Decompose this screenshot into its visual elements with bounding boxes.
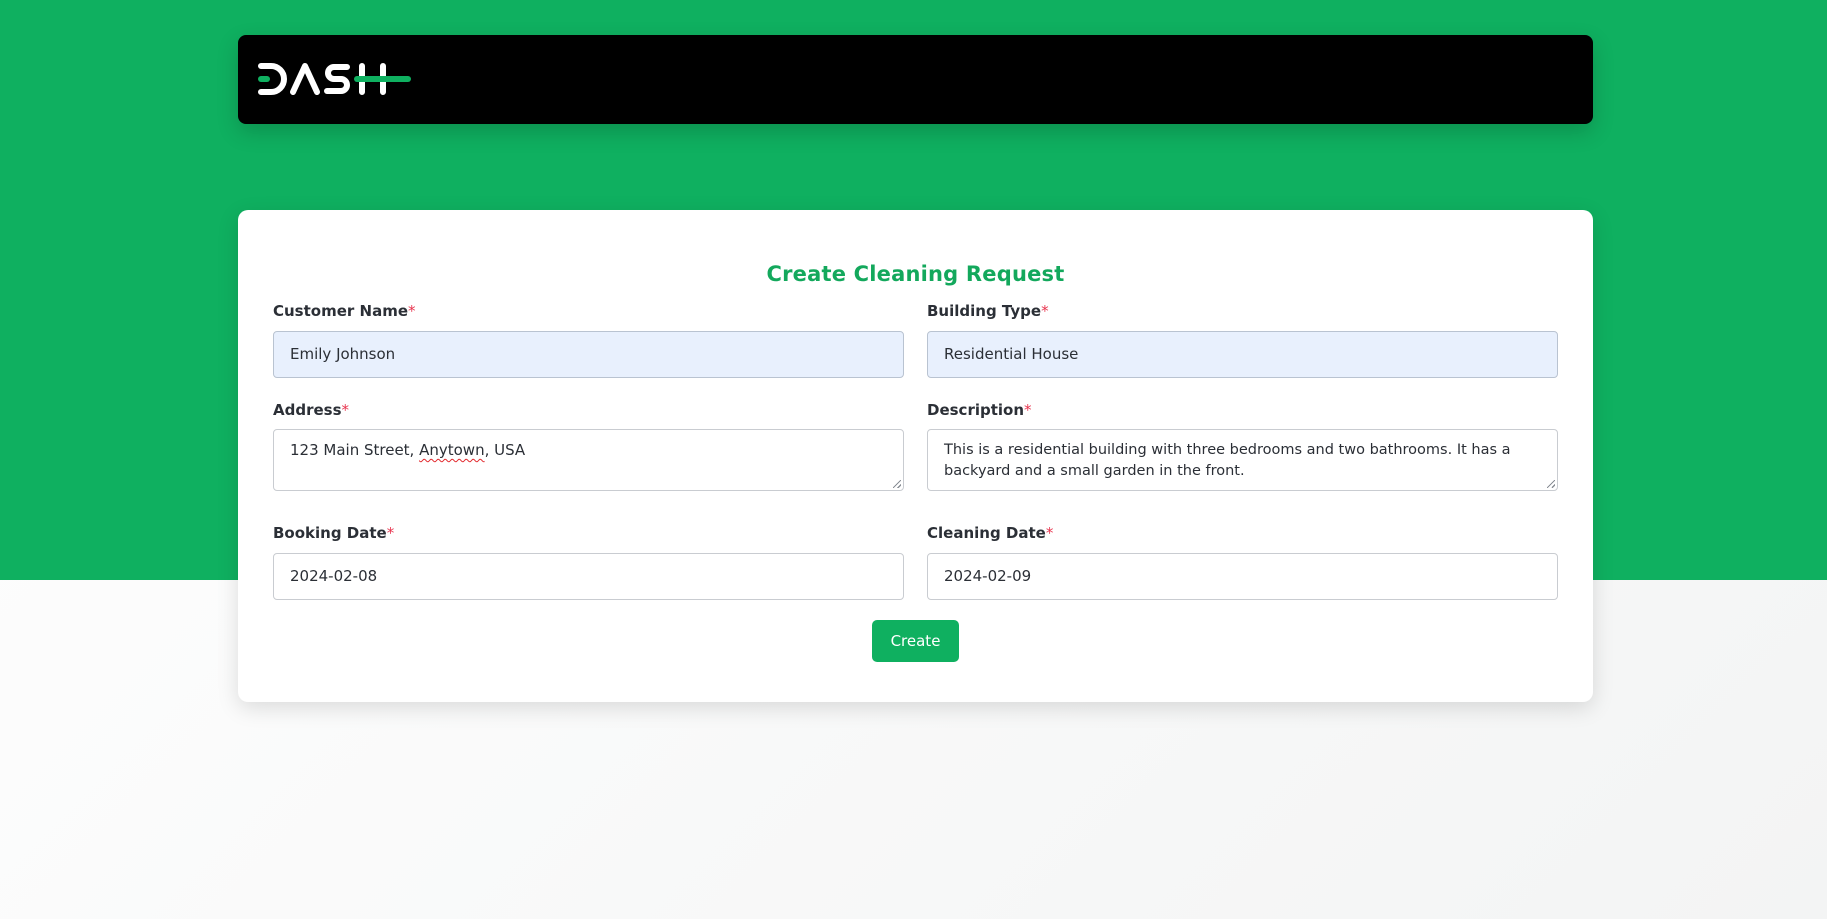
description-textarea[interactable]: This is a residential building with thre…	[927, 429, 1558, 491]
form-title: Create Cleaning Request	[766, 262, 1065, 287]
booking-date-label: Booking Date*	[273, 524, 395, 542]
required-marker: *	[341, 401, 350, 419]
cleaning-request-form: Create Cleaning Request Customer Name* E…	[238, 210, 1593, 702]
misspelled-word: Anytown	[419, 441, 485, 459]
top-navbar	[238, 35, 1593, 124]
create-button[interactable]: Create	[872, 620, 959, 662]
cleaning-date-value: 2024-02-09	[944, 567, 1032, 585]
required-marker: *	[1041, 302, 1049, 320]
building-type-value: Residential House	[944, 345, 1079, 363]
description-value: This is a residential building with thre…	[944, 442, 1511, 479]
cleaning-date-input[interactable]: 2024-02-09	[927, 553, 1558, 600]
address-textarea[interactable]: 123 Main Street, Anytown, USA	[273, 429, 904, 491]
building-type-label: Building Type*	[927, 302, 1049, 320]
required-marker: *	[1045, 524, 1054, 542]
required-marker: *	[386, 524, 395, 542]
customer-name-label: Customer Name*	[273, 302, 416, 320]
customer-name-value: Emily Johnson	[290, 345, 396, 363]
description-label: Description*	[927, 401, 1032, 419]
required-marker: *	[408, 302, 416, 320]
dash-logo[interactable]	[257, 61, 413, 97]
resize-handle[interactable]	[1547, 480, 1555, 488]
address-value: 123 Main Street, Anytown, USA	[290, 441, 526, 459]
booking-date-input[interactable]: 2024-02-08	[273, 553, 904, 600]
address-label: Address*	[273, 401, 350, 419]
customer-name-input[interactable]: Emily Johnson	[273, 331, 904, 378]
required-marker: *	[1024, 401, 1032, 419]
booking-date-value: 2024-02-08	[290, 567, 378, 585]
resize-handle[interactable]	[893, 480, 901, 488]
cleaning-date-label: Cleaning Date*	[927, 524, 1054, 542]
building-type-input[interactable]: Residential House	[927, 331, 1558, 378]
